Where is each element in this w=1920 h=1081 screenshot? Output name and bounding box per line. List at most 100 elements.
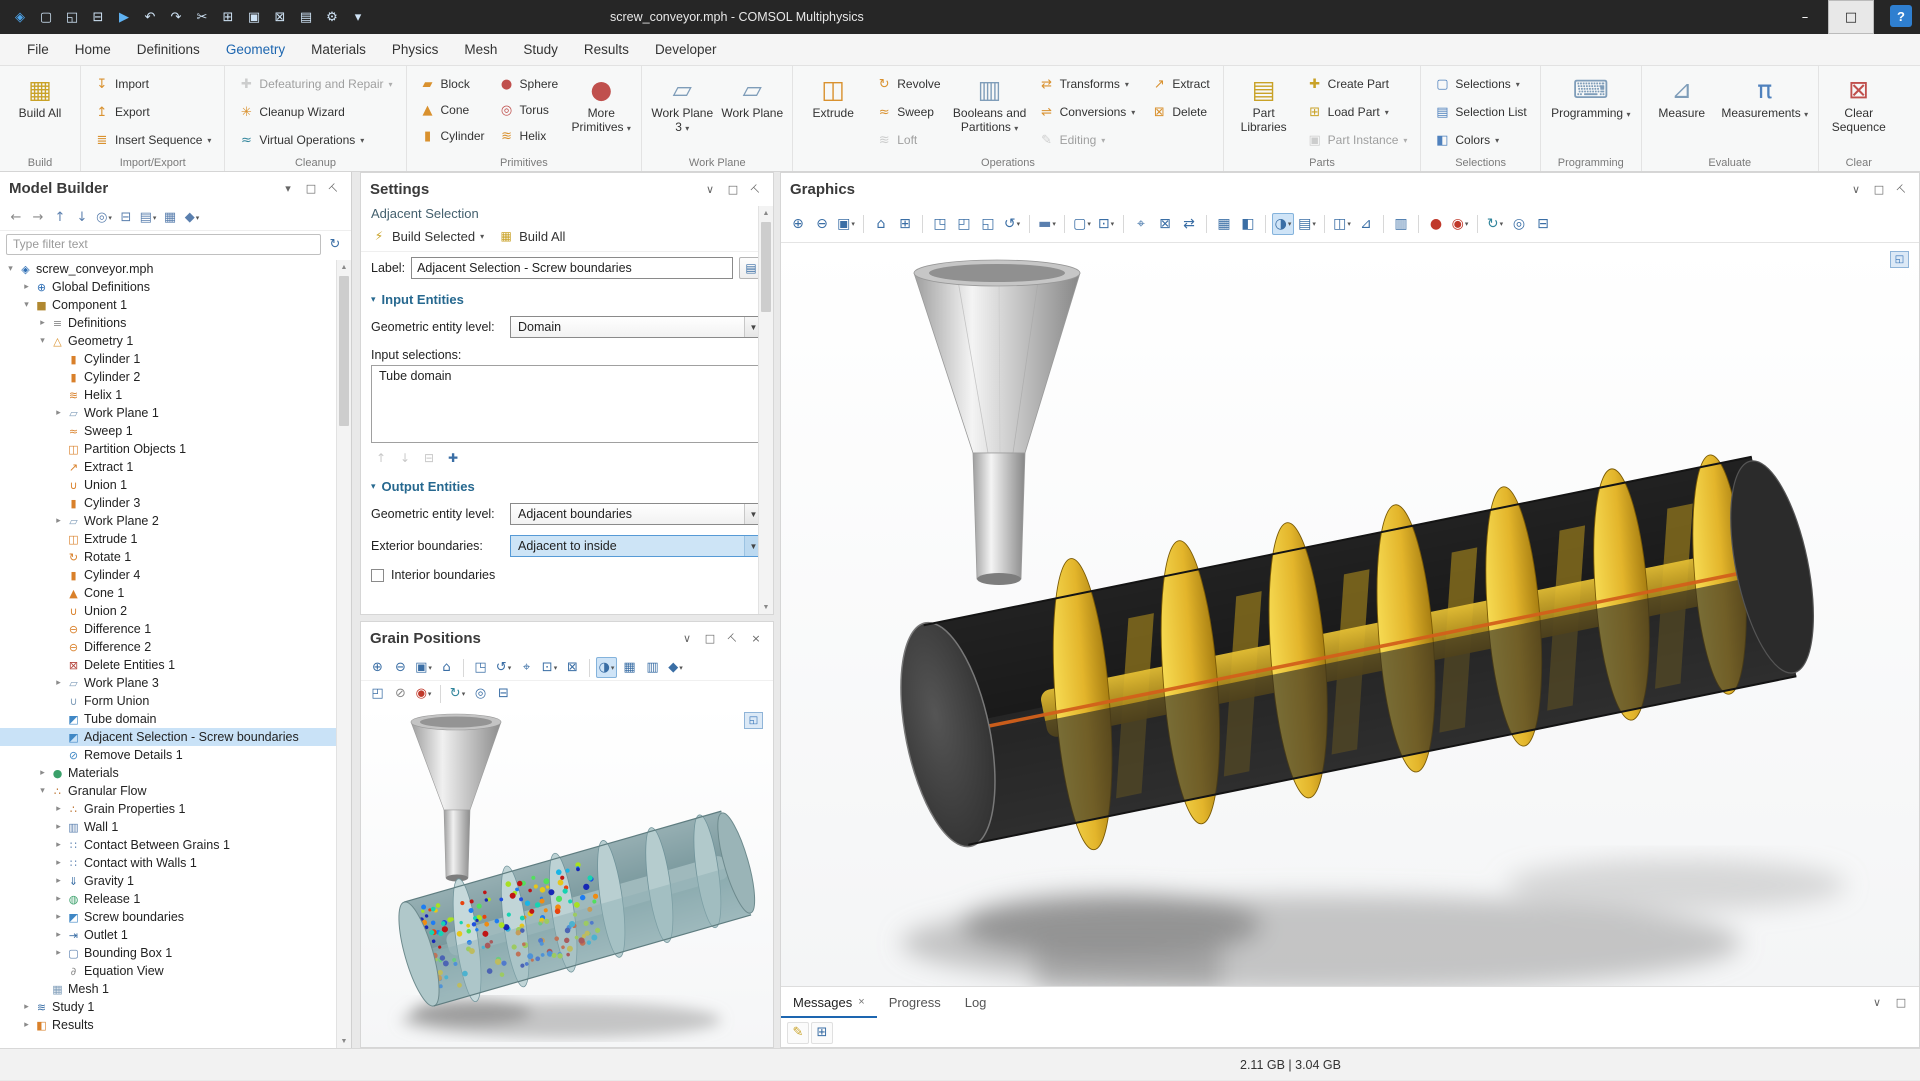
view-yz-icon[interactable]: ◰: [953, 213, 975, 235]
tree-item-screw-boundaries[interactable]: ▸◩Screw boundaries: [0, 908, 336, 926]
expand-arrow-icon[interactable]: ▸: [52, 678, 65, 688]
view-zx-icon[interactable]: ◱: [977, 213, 999, 235]
tree-item-definitions[interactable]: ▸≡Definitions: [0, 314, 336, 332]
compute-icon[interactable]: ▶: [112, 5, 136, 29]
work-plane-3-button[interactable]: ▱ Work Plane 3: [649, 71, 715, 138]
exterior-boundaries-select[interactable]: Adjacent to inside ▼: [510, 535, 763, 557]
tree-item-difference-1[interactable]: ⊖Difference 1: [0, 620, 336, 638]
tree-item-mesh-1[interactable]: ▦Mesh 1: [0, 980, 336, 998]
view-menu-icon[interactable]: ◆▾: [665, 657, 686, 678]
tree-item-equation-view[interactable]: ∂Equation View: [0, 962, 336, 980]
block-button[interactable]: ▰ Block: [414, 71, 491, 97]
tree-item-study-1[interactable]: ▸≋Study 1: [0, 998, 336, 1016]
detach-view-icon[interactable]: ◱: [1890, 251, 1909, 268]
tree-item-results[interactable]: ▸◧Results: [0, 1016, 336, 1034]
tree-item-grain-properties-1[interactable]: ▸∴Grain Properties 1: [0, 800, 336, 818]
expand-arrow-icon[interactable]: ▸: [52, 930, 65, 940]
expand-arrow-icon[interactable]: ▸: [20, 1002, 33, 1012]
view-xy-icon[interactable]: ◳: [470, 657, 491, 678]
collapse-arrow-icon[interactable]: ▾: [4, 264, 17, 274]
cylinder-button[interactable]: ▮ Cylinder: [414, 123, 491, 149]
color-legend-icon[interactable]: ▥: [642, 657, 663, 678]
invert-selection-icon[interactable]: ⇄: [1178, 213, 1200, 235]
export-button[interactable]: ↥ Export: [88, 99, 217, 125]
move-up-icon[interactable]: ↑: [50, 208, 70, 228]
scroll-down-icon[interactable]: ▼: [337, 1034, 351, 1048]
scrollbar-thumb[interactable]: [761, 222, 771, 312]
undo-icon[interactable]: ↶: [138, 5, 162, 29]
plot-window-icon[interactable]: ◰: [367, 683, 388, 704]
tree-item-cylinder-3[interactable]: ▮Cylinder 3: [0, 494, 336, 512]
output-entity-level-select[interactable]: Adjacent boundaries ▼: [510, 503, 763, 525]
help-button[interactable]: ?: [1890, 5, 1912, 27]
tree-item-work-plane-1[interactable]: ▸▱Work Plane 1: [0, 404, 336, 422]
back-icon[interactable]: ←: [6, 208, 26, 228]
load-part-button[interactable]: ⊞ Load Part: [1301, 99, 1414, 125]
redo-icon[interactable]: ↷: [164, 5, 188, 29]
tree-item-global-definitions[interactable]: ▸⊕Global Definitions: [0, 278, 336, 296]
programming-button[interactable]: ⌨ Programming: [1548, 71, 1634, 124]
tree-item-work-plane-2[interactable]: ▸▱Work Plane 2: [0, 512, 336, 530]
tree-scrollbar[interactable]: ▲ ▼: [336, 260, 351, 1048]
collapse-arrow-icon[interactable]: ▾: [36, 786, 49, 796]
forward-icon[interactable]: →: [28, 208, 48, 228]
pin-panel-icon[interactable]: ⊥: [725, 631, 741, 647]
tree-item-form-union[interactable]: ∪Form Union: [0, 692, 336, 710]
move-up-icon[interactable]: ↑: [371, 448, 391, 468]
tree-item-contact-between-grains-1[interactable]: ▸∷Contact Between Grains 1: [0, 836, 336, 854]
expand-arrow-icon[interactable]: ▸: [36, 768, 49, 778]
box-select-icon[interactable]: ⊡▾: [539, 657, 560, 678]
wireframe-icon[interactable]: ▦: [1213, 213, 1235, 235]
float-panel-icon[interactable]: □: [702, 631, 718, 647]
app-icon[interactable]: ◈: [8, 5, 32, 29]
expand-arrow-icon[interactable]: ▸: [20, 1020, 33, 1030]
zoom-extents-icon[interactable]: ▣▾: [835, 213, 857, 235]
view-xy-icon[interactable]: ◳: [929, 213, 951, 235]
settings-icon[interactable]: ⚙: [320, 5, 344, 29]
refresh-filter-icon[interactable]: ↻: [325, 234, 345, 254]
camera-icon[interactable]: ◉▾: [1449, 213, 1471, 235]
tree-item-bounding-box-1[interactable]: ▸▢Bounding Box 1: [0, 944, 336, 962]
move-down-icon[interactable]: ↓: [72, 208, 92, 228]
scene-light-icon[interactable]: ◑▾: [596, 657, 617, 678]
expand-arrow-icon[interactable]: ▸: [52, 804, 65, 814]
tree-item-gravity-1[interactable]: ▸⇓Gravity 1: [0, 872, 336, 890]
lock-view-icon[interactable]: ⊘: [390, 683, 411, 704]
tree-item-delete-entities-1[interactable]: ⊠Delete Entities 1: [0, 656, 336, 674]
expand-arrow-icon[interactable]: ▸: [52, 822, 65, 832]
select-entities-icon[interactable]: ⌖: [1130, 213, 1152, 235]
zoom-in-icon[interactable]: ⊕: [787, 213, 809, 235]
sweep-button[interactable]: ≈ Sweep: [870, 99, 946, 125]
add-to-list-icon[interactable]: ✚: [443, 448, 463, 468]
cleanup-wizard-button[interactable]: ✳ Cleanup Wizard: [232, 99, 398, 125]
import-button[interactable]: ↧ Import: [88, 71, 217, 97]
copy-text-icon[interactable]: ⊞: [811, 1022, 833, 1044]
measurements-button[interactable]: π Measurements: [1719, 71, 1811, 124]
tree-item-difference-2[interactable]: ⊖Difference 2: [0, 638, 336, 656]
zoom-extents-icon[interactable]: ▣▾: [413, 657, 434, 678]
collapse-panel-icon[interactable]: ∨: [679, 631, 695, 647]
deselect-icon[interactable]: ⊠: [562, 657, 583, 678]
menu-item-developer[interactable]: Developer: [642, 34, 730, 66]
view-menu-icon[interactable]: ◆▾: [182, 208, 202, 228]
zoom-out-icon[interactable]: ⊖: [811, 213, 833, 235]
new-file-icon[interactable]: ▢: [34, 5, 58, 29]
input-entities-section-header[interactable]: ▾ Input Entities: [361, 284, 773, 311]
transparency-icon[interactable]: ◧: [1237, 213, 1259, 235]
pin-panel-icon[interactable]: ⊥: [748, 182, 764, 198]
camera-icon[interactable]: ◎: [470, 683, 491, 704]
go-to-default-view-icon[interactable]: ⌂: [870, 213, 892, 235]
selection-list-button[interactable]: ▤ Selection List: [1428, 99, 1532, 125]
clear-log-icon[interactable]: ✎: [787, 1022, 809, 1044]
build-selected-button[interactable]: ⚡ Build Selected: [371, 228, 484, 244]
expand-arrow-icon[interactable]: ▸: [52, 876, 65, 886]
tree-item-outlet-1[interactable]: ▸⇥Outlet 1: [0, 926, 336, 944]
close-panel-icon[interactable]: ×: [748, 631, 764, 647]
expand-arrow-icon[interactable]: ▸: [36, 318, 49, 328]
print-icon[interactable]: ⊟: [493, 683, 514, 704]
record-icon[interactable]: ●: [1425, 213, 1447, 235]
zoom-in-icon[interactable]: ⊕: [367, 657, 388, 678]
appearance-icon[interactable]: ▬▾: [1036, 213, 1058, 235]
collapse-panel-icon[interactable]: ∨: [1848, 182, 1864, 198]
grain-preview-canvas[interactable]: ◱: [361, 704, 773, 1047]
